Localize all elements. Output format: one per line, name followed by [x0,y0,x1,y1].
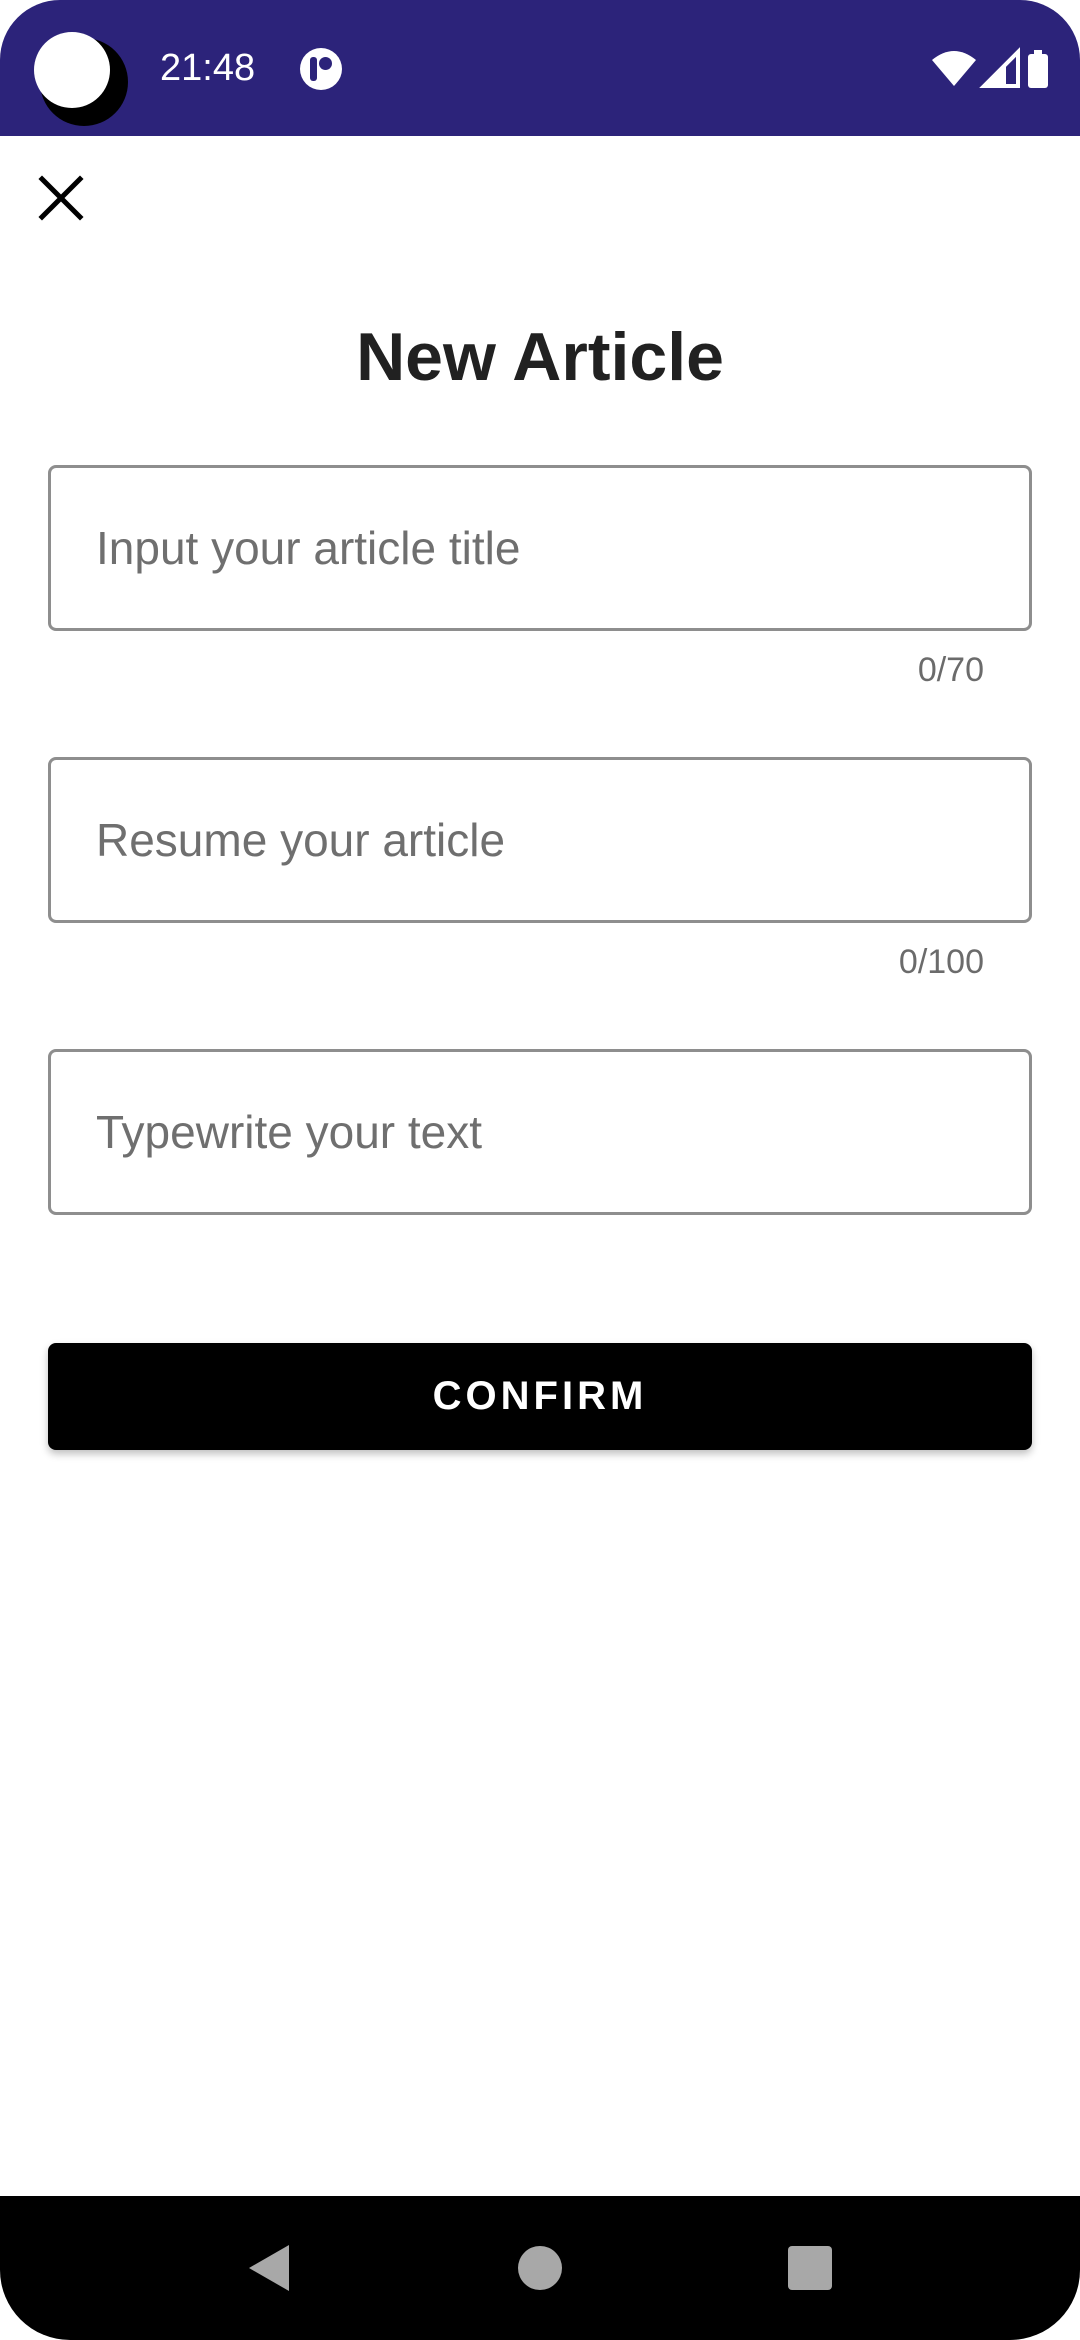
article-title-field[interactable] [48,465,1032,631]
signal-icon [979,47,1020,88]
screen: 21:48 New Article Input your article tit… [0,0,1080,2340]
home-icon [518,2246,562,2290]
title-char-counter: 0/70 [917,651,984,689]
recents-icon [788,2246,832,2290]
article-resume-input[interactable] [51,760,1029,920]
resume-char-counter: 0/100 [898,943,984,981]
status-icons [928,46,1058,90]
article-text-field[interactable] [48,1049,1032,1215]
article-text-input[interactable] [51,1052,1029,1212]
recents-button[interactable] [740,2196,880,2340]
back-button[interactable] [198,2196,338,2340]
camera-cutout [34,32,110,108]
wifi-icon [932,51,976,86]
app-notification-icon [300,48,342,90]
article-resume-field[interactable] [48,757,1032,923]
article-title-input[interactable] [51,468,1029,628]
status-time: 21:48 [160,47,256,89]
navigation-bar [0,2196,1080,2340]
close-icon [38,175,84,221]
back-icon [249,2245,289,2291]
confirm-button[interactable]: CONFIRM [48,1343,1032,1450]
home-button[interactable] [470,2196,610,2340]
status-bar: 21:48 [0,0,1080,136]
close-button[interactable] [28,165,94,231]
page-title: New Article [356,319,724,395]
battery-icon [1028,50,1048,88]
